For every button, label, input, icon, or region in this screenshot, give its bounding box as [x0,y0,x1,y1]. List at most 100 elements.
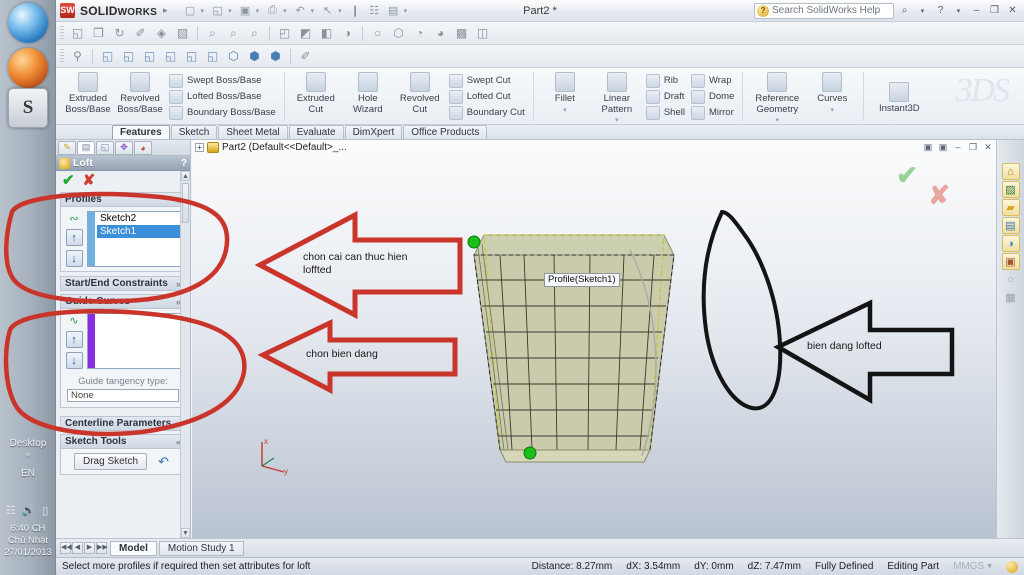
design-library-icon[interactable]: ▰ [1001,199,1020,216]
standard-view-top-icon[interactable]: ◱ [182,47,201,66]
extruded-boss-base-button[interactable]: Extruded Boss/Base [62,69,114,124]
display-manager-tab[interactable]: ◕ [134,140,152,155]
property-manager-help-button[interactable]: ? [181,158,187,169]
mirror-button[interactable]: Mirror [688,105,737,121]
taskbar-desktop-label[interactable]: Desktop [0,438,56,449]
bulb-icon[interactable] [1006,560,1018,573]
nav-next-button[interactable]: ▶ [84,542,95,554]
viewport-window-buttons[interactable]: ▣ ▣ – ❐ ✕ [922,141,994,153]
nav-first-button[interactable]: ◀◀ [60,542,72,554]
profiles-move-down-button[interactable]: ↓ [65,250,83,267]
tab-dimxpert[interactable]: DimXpert [344,125,403,139]
view-orientation-icon[interactable]: ⬡ [389,24,408,43]
custom-properties-icon[interactable]: ▦ [1002,289,1020,306]
shell-button[interactable]: Shell [643,105,688,121]
viewport-restore-button[interactable]: ❐ [967,141,979,153]
undo-sketch-drag-icon[interactable]: ↶ [155,454,172,469]
guide-curves-move-up-button[interactable]: ↑ [65,331,83,348]
instant3d-button[interactable]: Instant3D [869,69,929,124]
search-icon[interactable]: ◑ [1001,235,1020,252]
view-settings-icon[interactable]: ◫ [473,24,492,43]
manager-tab-strip[interactable]: ✎ ▤ ◱ ✥ ◕ [56,140,190,156]
apply-scene-icon[interactable]: ▩ [452,24,471,43]
mass-properties-icon[interactable]: ◈ [152,24,171,43]
home-icon[interactable]: ⌂ [1001,163,1020,180]
shadows-icon[interactable]: ◩ [296,24,315,43]
lofted-solid-model[interactable] [412,200,972,538]
profiles-section-header[interactable]: Profiles « [61,193,185,207]
tab-features[interactable]: Features [112,125,170,139]
normal-to-icon[interactable]: ✐ [296,47,315,66]
edit-sketch-icon[interactable]: ◱ [68,24,87,43]
list-item[interactable]: Sketch2 [97,212,180,225]
lofted-boss-base-button[interactable]: Lofted Boss/Base [166,89,279,105]
standard-view-front-icon[interactable]: ◱ [98,47,117,66]
scrollbar-thumb[interactable] [182,183,189,223]
system-tray[interactable]: ☷ 🔊 ▯ [2,505,54,518]
dimxpert-manager-tab[interactable]: ✥ [115,140,133,155]
wrap-button[interactable]: Wrap [688,73,737,89]
view-toolbar-row[interactable]: ◱ ❐ ↻ ✐ ◈ ▧ ⌕ ⌕ ⌕ ◰ ◩ ◧ ◑ ○ ⬡ ◔ ◕ ▩ ◫ [56,22,1024,45]
hide-show-icon[interactable]: ◔ [410,24,429,43]
scroll-up-arrow[interactable]: ▲ [181,171,190,181]
confirm-ok-button[interactable]: ✔ [62,171,75,189]
guide-tangency-type-select[interactable]: None [67,389,179,402]
appearance-icon[interactable]: ◑ [338,24,357,43]
configuration-manager-tab[interactable]: ◱ [96,140,114,155]
property-manager-tab[interactable]: ▤ [77,140,95,155]
zoom-to-fit-icon[interactable]: ⌕ [203,24,222,43]
view-palette-icon[interactable]: ▣ [1001,253,1020,270]
guide-curves-move-down-button[interactable]: ↓ [65,352,83,369]
network-icon[interactable]: ☷ [4,505,17,518]
toolbar-grip[interactable] [60,48,64,64]
start-end-constraints-section[interactable]: Start/End Constraints » [60,276,186,291]
boundary-cut-button[interactable]: Boundary Cut [446,105,528,121]
tab-sheet-metal[interactable]: Sheet Metal [218,125,288,139]
windows-start-orb-icon[interactable] [8,3,48,43]
fillet-dropdown-icon[interactable]: ▾ [563,106,567,114]
tab-model[interactable]: Model [110,540,157,556]
viewport-close-button[interactable]: ✕ [982,141,994,153]
lofted-cut-button[interactable]: Lofted Cut [446,89,528,105]
edit-appearance-icon[interactable]: ◕ [431,24,450,43]
zoom-in-out-icon[interactable]: ⌕ [245,24,264,43]
linear-pattern-dropdown-icon[interactable]: ▾ [615,116,619,124]
standard-views-toolbar-row[interactable]: ⚲ ◱ ◱ ◱ ◱ ◱ ◱ ⬡ ⬢ ⬢ ✐ [56,45,1024,68]
tab-motion-study-1[interactable]: Motion Study 1 [158,540,244,556]
nav-last-button[interactable]: ▶▶ [96,542,108,554]
dimetric-view-icon[interactable]: ⬢ [266,47,285,66]
extruded-cut-button[interactable]: Extruded Cut [290,69,342,124]
reference-geometry-dropdown-icon[interactable]: ▾ [776,116,780,124]
tab-sketch[interactable]: Sketch [170,125,218,139]
zoom-to-area-icon[interactable]: ⌕ [224,24,243,43]
swept-boss-base-button[interactable]: Swept Boss/Base [166,73,279,89]
guide-curves-section-header[interactable]: Guide Curves « [61,295,185,309]
taskbar-overflow-caret[interactable]: » [0,450,56,459]
display-style-icon[interactable]: ◰ [275,24,294,43]
sketch-tools-section-header[interactable]: Sketch Tools « [61,435,185,449]
isometric-view-icon[interactable]: ⬡ [224,47,243,66]
revolved-cut-button[interactable]: Revolved Cut [394,69,446,124]
curves-button[interactable]: Curves ▾ [806,69,858,124]
copy-icon[interactable]: ❐ [89,24,108,43]
taskbar-language-indicator[interactable]: EN [0,468,56,479]
action-center-icon[interactable]: ▯ [39,505,52,518]
boundary-boss-base-button[interactable]: Boundary Boss/Base [166,105,279,121]
rib-button[interactable]: Rib [643,73,688,89]
taskbar-clock[interactable]: 6:40 CH Chủ Nhật 27/01/2013 [0,523,56,559]
profiles-selection-list[interactable]: Sketch2 Sketch1 [87,211,181,267]
feature-tree-root-label[interactable]: Part2 (Default<<Default>_... [222,142,347,153]
floating-feature-tree[interactable]: + Part2 (Default<<Default>_... [195,142,347,153]
hole-wizard-button[interactable]: Hole Wizard [342,69,394,124]
scene-icon[interactable]: ○ [368,24,387,43]
rotate-view-icon[interactable]: ↻ [110,24,129,43]
draft-button[interactable]: Draft [643,89,688,105]
standard-view-right-icon[interactable]: ◱ [161,47,180,66]
revolved-boss-base-button[interactable]: Revolved Boss/Base [114,69,166,124]
status-units-select[interactable]: MMGS ▾ [953,561,992,572]
tab-office-products[interactable]: Office Products [403,125,488,139]
tab-evaluate[interactable]: Evaluate [288,125,344,139]
measure-icon[interactable]: ✐ [131,24,150,43]
appearances-scenes-icon[interactable]: ○ [1002,271,1020,288]
task-pane-toolbar[interactable]: ⌂ ▨ ▰ ▤ ◑ ▣ ○ ▦ [996,140,1024,538]
